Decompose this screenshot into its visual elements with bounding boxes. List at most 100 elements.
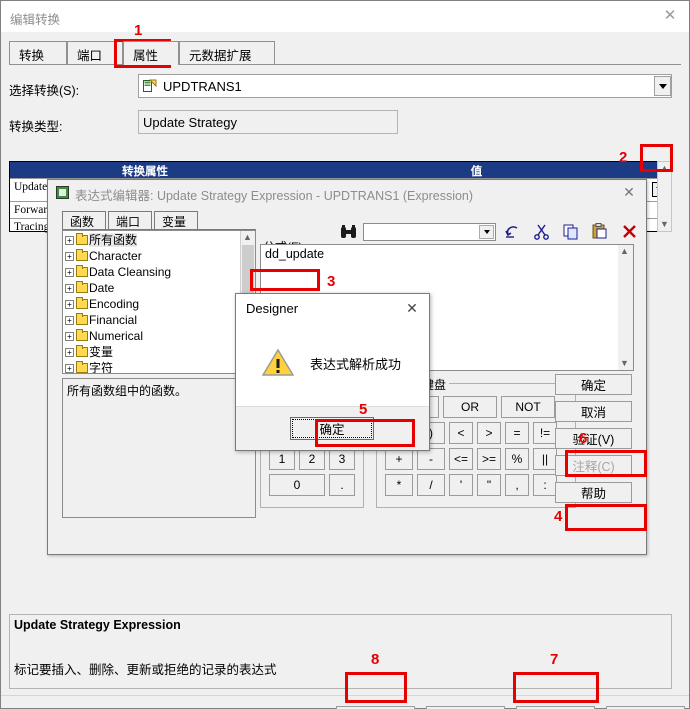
expand-icon[interactable]: +	[65, 316, 74, 325]
description-body: 标记要插入、删除、更新或拒绝的记录的表达式	[14, 663, 277, 677]
select-transform-value: UPDTRANS1	[163, 79, 242, 94]
function-tree-item[interactable]: + 变量	[63, 344, 241, 360]
undo-icon[interactable]	[503, 222, 523, 241]
expression-help-button[interactable]: 帮助	[555, 482, 632, 503]
folder-icon	[76, 281, 88, 293]
function-tree-item[interactable]: + Encoding	[63, 296, 241, 312]
expression-editor-title: 表达式编辑器: Update Strategy Expression - UPD…	[75, 189, 474, 203]
expression-value: dd_update	[265, 247, 325, 261]
folder-icon	[76, 233, 88, 245]
operator-key[interactable]: ,	[505, 474, 529, 496]
close-icon[interactable]: ✕	[618, 183, 640, 201]
operator-key[interactable]: =	[505, 422, 529, 444]
tab-ports[interactable]: 端口	[108, 211, 152, 230]
function-tree-item[interactable]: + Data Cleansing	[63, 264, 241, 280]
operator-key[interactable]: <	[449, 422, 473, 444]
scroll-up-icon[interactable]: ▲	[658, 162, 671, 175]
tab-strip: 转换 端口 属性 元数据扩展	[9, 41, 681, 65]
expand-icon[interactable]: +	[65, 252, 74, 261]
operator-key[interactable]: /	[417, 474, 445, 496]
function-tree-item[interactable]: + 字符	[63, 360, 241, 374]
operator-key[interactable]: %	[505, 448, 529, 470]
tab-transform[interactable]: 转换	[9, 41, 67, 65]
operator-key[interactable]: -	[417, 448, 445, 470]
numeric-key[interactable]: .	[329, 474, 355, 496]
numeric-key[interactable]: 0	[269, 474, 325, 496]
chevron-down-icon[interactable]	[479, 225, 494, 239]
operator-key[interactable]: :	[533, 474, 557, 496]
operator-key[interactable]: NOT	[501, 396, 555, 418]
function-tree[interactable]: + 所有函数 + Character + Data Cleansing + Date + Enco…	[62, 230, 256, 374]
expression-scrollbar[interactable]: ▲ ▼	[618, 245, 633, 370]
function-tree-item-label: Financial	[89, 313, 138, 327]
function-tree-item[interactable]: + Numerical	[63, 328, 241, 344]
function-tree-item[interactable]: + 所有函数	[63, 232, 241, 248]
function-tree-item-label: 字符	[89, 361, 114, 374]
function-tree-item[interactable]: + Financial	[63, 312, 241, 328]
operator-key[interactable]: "	[477, 474, 501, 496]
message-dialog-title: Designer	[246, 301, 299, 316]
tab-ports[interactable]: 端口	[67, 41, 123, 65]
operator-key[interactable]: +	[385, 448, 413, 470]
expression-validate-button[interactable]: 验证(V)	[555, 428, 632, 449]
message-ok-button[interactable]: 确定	[290, 417, 374, 440]
function-tree-item-label: Numerical	[89, 329, 144, 343]
grid-scrollbar[interactable]: ▲ ▼	[657, 161, 672, 232]
grid-header-row: 转换属性 值	[10, 162, 671, 178]
expand-icon[interactable]: +	[65, 284, 74, 293]
operator-key[interactable]: !=	[533, 422, 557, 444]
select-transform-label: 选择转换(S):	[9, 84, 80, 98]
warning-triangle-icon	[262, 348, 294, 376]
window-title: 编辑转换	[10, 13, 61, 27]
expression-comment-button[interactable]: 注释(C)	[555, 455, 632, 476]
function-tree-item[interactable]: + Date	[63, 280, 241, 296]
paste-icon[interactable]	[590, 222, 610, 241]
select-transform-dropdown-arrow[interactable]	[654, 76, 671, 96]
folder-icon	[76, 265, 88, 277]
close-icon[interactable]: ✕	[657, 6, 683, 26]
tab-properties[interactable]: 属性	[123, 41, 179, 65]
select-transform-combo[interactable]: UPDTRANS1	[138, 74, 672, 98]
expand-icon[interactable]: +	[65, 332, 74, 341]
operator-key[interactable]: >=	[477, 448, 501, 470]
function-hint-panel: 所有函数组中的函数。	[62, 378, 256, 518]
tab-variables[interactable]: 变量	[154, 211, 198, 230]
scissors-icon[interactable]	[532, 222, 552, 241]
expression-cancel-button[interactable]: 取消	[555, 401, 632, 422]
copy-icon[interactable]	[561, 222, 581, 241]
expression-editor-icon	[56, 186, 69, 199]
designer-message-dialog: Designer ✕ 表达式解析成功 确定	[235, 293, 430, 451]
expand-icon[interactable]: +	[65, 348, 74, 357]
operator-key[interactable]: ||	[533, 448, 557, 470]
scroll-down-icon[interactable]: ▼	[658, 218, 671, 231]
tab-metadata-ext[interactable]: 元数据扩展	[179, 41, 275, 65]
scroll-up-icon[interactable]: ▲	[618, 245, 631, 258]
expression-ok-button[interactable]: 确定	[555, 374, 632, 395]
numeric-key[interactable]: 3	[329, 448, 355, 470]
function-search-combo[interactable]	[363, 223, 496, 241]
expand-icon[interactable]: +	[65, 236, 74, 245]
operator-key[interactable]: >	[477, 422, 501, 444]
red-x-icon[interactable]	[620, 222, 640, 241]
operator-key[interactable]: *	[385, 474, 413, 496]
description-panel: Update Strategy Expression 标记要插入、删除、更新或拒…	[9, 614, 672, 689]
folder-icon	[76, 313, 88, 325]
scroll-up-icon[interactable]: ▲	[241, 231, 254, 244]
binoculars-icon[interactable]	[340, 224, 358, 240]
tab-functions[interactable]: 函数	[62, 211, 106, 230]
operator-key[interactable]: <=	[449, 448, 473, 470]
function-tree-item[interactable]: + Character	[63, 248, 241, 264]
operator-key[interactable]: OR	[443, 396, 497, 418]
function-tree-item-label: 所有函数	[89, 233, 138, 247]
expand-icon[interactable]: +	[65, 300, 74, 309]
grid-header-property: 转换属性	[122, 166, 168, 178]
numeric-key[interactable]: 2	[299, 448, 325, 470]
folder-icon	[76, 329, 88, 341]
scroll-down-icon[interactable]: ▼	[618, 357, 631, 370]
operator-key[interactable]: '	[449, 474, 473, 496]
expand-icon[interactable]: +	[65, 364, 74, 373]
expand-icon[interactable]: +	[65, 268, 74, 277]
numeric-key[interactable]: 1	[269, 448, 295, 470]
close-icon[interactable]: ✕	[401, 299, 423, 317]
message-dialog-text: 表达式解析成功	[310, 357, 402, 372]
